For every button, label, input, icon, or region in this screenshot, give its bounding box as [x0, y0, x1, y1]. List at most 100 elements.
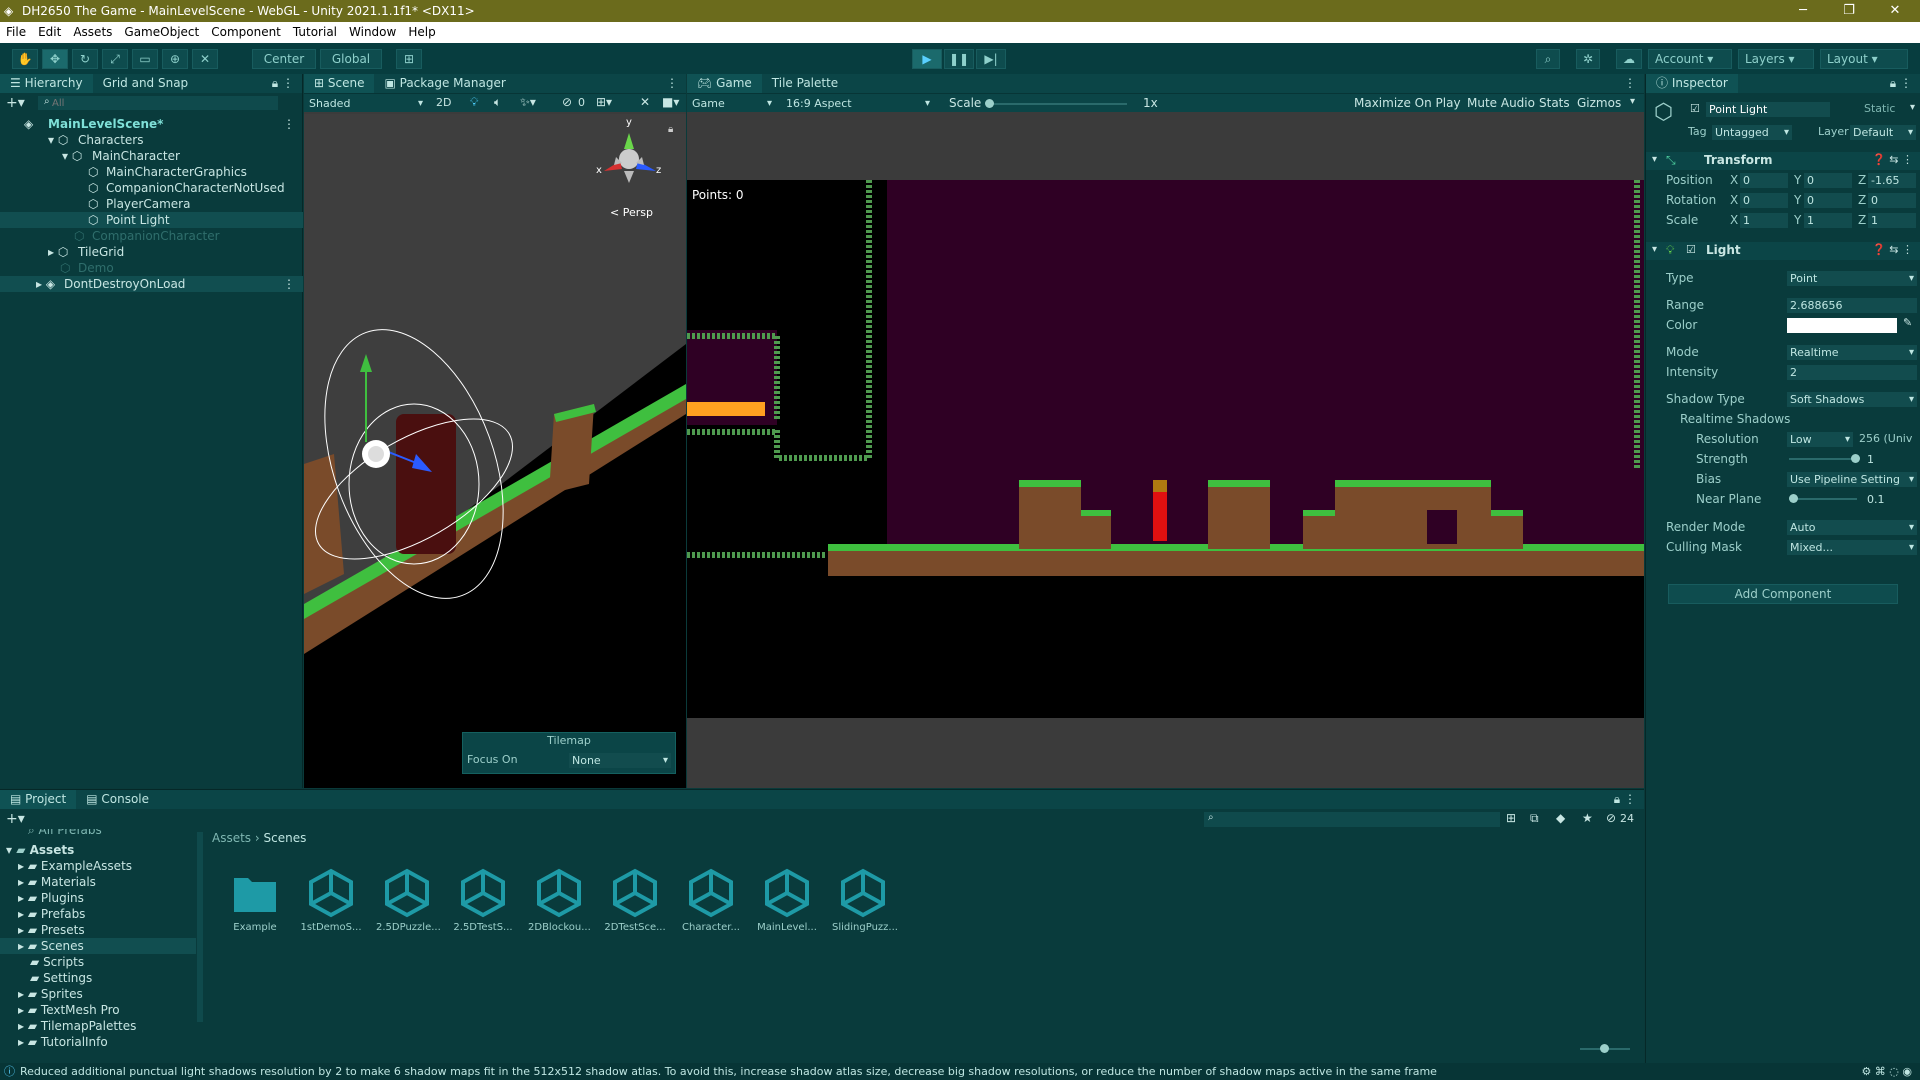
hierarchy-item-companioncharacter[interactable]: ⬡ CompanionCharacter — [0, 228, 303, 244]
add-component-button[interactable]: Add Component — [1668, 584, 1898, 604]
hierarchy-item-mainlevelscene[interactable]: ◈ MainLevelScene* ⋮ — [0, 116, 303, 132]
asset-item[interactable]: SlidingPuzz... — [832, 868, 898, 933]
scale-slider[interactable] — [987, 103, 1127, 105]
static-toggle[interactable]: Static — [1864, 102, 1895, 115]
asset-item[interactable]: 2DTestSce... — [604, 868, 666, 933]
menu-gameobject[interactable]: GameObject — [118, 22, 205, 43]
rotation-x-field[interactable]: 0 — [1740, 193, 1788, 208]
strength-slider-thumb[interactable] — [1851, 454, 1860, 463]
strength-slider[interactable] — [1789, 458, 1857, 460]
component-menu-icon[interactable]: ❓ ⇆ ⋮ — [1872, 243, 1913, 256]
folder-tree-item[interactable]: ▸ ▰ TextMesh Pro — [18, 1002, 120, 1018]
tab-game[interactable]: 🎮︎ Game — [687, 74, 762, 93]
tab-project[interactable]: ▤ Project — [0, 790, 77, 809]
status-icons[interactable]: ⚙ ⌘ ◌ ◉ — [1861, 1063, 1912, 1080]
pause-button[interactable]: ❚❚ — [944, 49, 974, 69]
pivot-global-button[interactable]: Global — [320, 49, 382, 69]
audio-icon[interactable]: 🔈︎ — [494, 95, 501, 110]
grid-snap-icon[interactable]: ⊞ — [396, 49, 422, 69]
folder-tree-item[interactable]: ▸ ▰ TilemapPalettes — [18, 1018, 136, 1034]
cloud-icon[interactable]: ☁ — [1616, 49, 1642, 69]
folder-tree-root-assets[interactable]: ▾ ▰ Assets — [6, 842, 74, 858]
stats-toggle[interactable]: Stats — [1539, 96, 1570, 110]
menu-help[interactable]: Help — [402, 22, 441, 43]
object-name-field[interactable]: Point Light — [1706, 102, 1830, 117]
lock-icon[interactable]: 🔒︎ ⋮ — [272, 74, 294, 93]
create-asset-icon[interactable]: +▾ — [6, 811, 25, 827]
culling-mask-dropdown[interactable]: Mixed... — [1787, 540, 1917, 555]
tab-tile-palette[interactable]: Tile Palette — [762, 74, 848, 93]
rotation-z-field[interactable]: 0 — [1868, 193, 1916, 208]
maximize-button[interactable]: ❐ — [1826, 0, 1872, 22]
scale-slider-thumb[interactable] — [985, 99, 994, 108]
light-header[interactable]: ▾ 💡︎ ☑ Light ❓ ⇆ ⋮ — [1646, 242, 1920, 260]
maximize-on-play-toggle[interactable]: Maximize On Play — [1354, 96, 1461, 110]
asset-item[interactable]: 2.5DPuzzle... — [376, 868, 441, 933]
minimize-button[interactable]: ─ — [1780, 0, 1826, 22]
folder-tree-item[interactable]: ▰ Scripts — [30, 954, 84, 970]
more-icon[interactable]: ⋮ — [283, 116, 295, 132]
folder-tree-item[interactable]: ▸ ▰ Plugins — [18, 890, 84, 906]
asset-item[interactable]: 2DBlockou... — [528, 868, 591, 933]
near-plane-slider[interactable] — [1789, 498, 1857, 500]
tab-inspector[interactable]: ⓘ Inspector — [1646, 74, 1738, 93]
near-plane-field[interactable]: 0.1 — [1864, 492, 1916, 507]
folder-tree-item[interactable]: ▰ Settings — [30, 970, 92, 986]
more-icon[interactable]: ⋮ — [1624, 74, 1636, 93]
mode-dropdown[interactable]: Realtime — [1787, 345, 1917, 360]
step-button[interactable]: ▶| — [976, 49, 1006, 69]
search-by-type-icon[interactable]: ⊞ — [1506, 811, 1516, 825]
foldout-chevron-down-icon[interactable]: ▾ — [1652, 244, 1657, 255]
lock-icon[interactable]: 🔒︎ ⋮ — [1890, 74, 1912, 93]
menu-edit[interactable]: Edit — [32, 22, 67, 43]
tab-scene[interactable]: ⊞ Scene — [304, 74, 375, 93]
hierarchy-item-characters[interactable]: ▾ ⬡ Characters — [0, 132, 303, 148]
bias-dropdown[interactable]: Use Pipeline Setting — [1787, 472, 1917, 487]
play-button[interactable]: ▶ — [912, 49, 942, 69]
foldout-chevron-down-icon[interactable]: ▾ — [1652, 154, 1657, 165]
asset-item[interactable]: 1stDemoS... — [300, 868, 362, 933]
range-field[interactable]: 2.688656 — [1787, 298, 1917, 313]
lock-icon[interactable]: 🔒︎ ⋮ — [1614, 790, 1636, 809]
project-search-input[interactable] — [1204, 812, 1500, 827]
hidden-objects-icon[interactable]: ⊘ — [562, 95, 572, 109]
rotation-y-field[interactable]: 0 — [1804, 193, 1852, 208]
tab-hierarchy[interactable]: ☰ Hierarchy — [0, 74, 93, 93]
folder-tree-item-selected[interactable]: ▸ ▰ Scenes — [0, 938, 196, 954]
folder-tree-item[interactable]: ▸ ▰ Presets — [18, 922, 85, 938]
focus-on-dropdown[interactable]: None — [569, 753, 671, 768]
type-dropdown[interactable]: Point — [1787, 271, 1917, 286]
asset-item[interactable]: MainLevel... — [756, 868, 818, 933]
hierarchy-item-point-light[interactable]: ⬡ Point Light — [0, 212, 303, 228]
hierarchy-item-maincharacter[interactable]: ▾ ⬡ MainCharacter — [0, 148, 303, 164]
position-y-field[interactable]: 0 — [1804, 173, 1852, 188]
lighting-icon[interactable]: 💡︎ — [470, 95, 478, 110]
custom-tool-icon[interactable]: ✕ — [192, 49, 218, 69]
folder-tree-item[interactable]: ▸ ▰ ExampleAssets — [18, 858, 132, 874]
layout-dropdown[interactable]: Layout ▾ — [1820, 49, 1908, 69]
tab-grid-and-snap[interactable]: Grid and Snap — [93, 74, 199, 93]
game-viewport[interactable] — [687, 180, 1644, 718]
folder-tree-item[interactable]: ▸ ▰ TutorialInfo — [18, 1034, 108, 1050]
add-object-icon[interactable]: +▾ — [6, 95, 25, 111]
component-menu-icon[interactable]: ❓ ⇆ ⋮ — [1872, 153, 1913, 166]
color-swatch[interactable] — [1787, 318, 1897, 333]
icon-size-slider-thumb[interactable] — [1600, 1044, 1609, 1053]
camera-icon[interactable]: ■▾ — [662, 95, 679, 109]
menu-file[interactable]: File — [0, 22, 32, 43]
shadow-type-dropdown[interactable]: Soft Shadows — [1787, 392, 1917, 407]
folder-tree-item[interactable]: ▸ ▰ Materials — [18, 874, 96, 890]
strength-field[interactable]: 1 — [1864, 452, 1916, 467]
gizmos-dropdown[interactable]: Gizmos — [1577, 96, 1621, 110]
perspective-toggle[interactable]: < Persp — [610, 206, 653, 219]
tab-package-manager[interactable]: ▣ Package Manager — [374, 74, 515, 93]
hierarchy-item-dontdestroyonload[interactable]: ▸ ◈ DontDestroyOnLoad ⋮ — [0, 276, 303, 292]
hierarchy-search-input[interactable] — [38, 96, 278, 110]
aspect-dropdown[interactable]: 16:9 Aspect — [783, 96, 933, 111]
folder-tree-item[interactable]: ▸ ▰ Prefabs — [18, 906, 85, 922]
scene-orientation-gizmo[interactable]: y x z — [594, 117, 664, 191]
light-enabled-checkbox[interactable]: ☑ — [1686, 243, 1696, 256]
gizmo-lock-icon[interactable]: 🔒︎ — [668, 124, 673, 135]
render-mode-dropdown[interactable]: Auto — [1787, 520, 1917, 535]
folder-tree-item[interactable]: ▸ ▰ Sprites — [18, 986, 83, 1002]
